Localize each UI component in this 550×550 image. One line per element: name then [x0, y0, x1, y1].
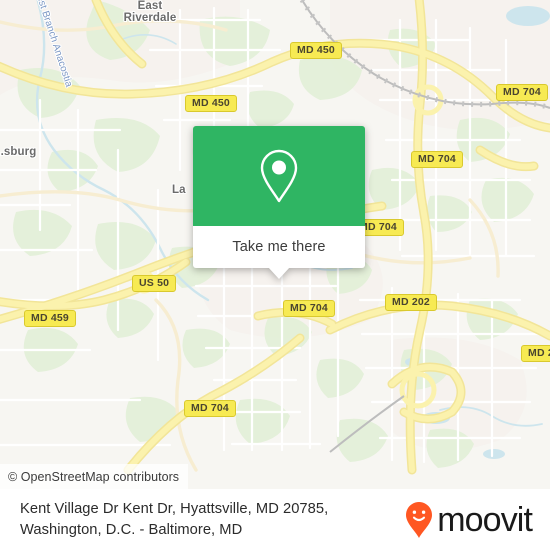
shield-md-704-d[interactable]: MD 704 [283, 300, 335, 317]
osm-attribution-label: © OpenStreetMap contributors [8, 469, 180, 484]
shield-md-202[interactable]: MD 202 [385, 294, 437, 311]
osm-attribution[interactable]: © OpenStreetMap contributors [0, 464, 189, 489]
location-popup-card[interactable]: Take me there [193, 126, 365, 279]
popup-pointer-tail [268, 267, 290, 279]
address-block: Kent Village Dr Kent Dr, Hyattsville, MD… [20, 499, 328, 541]
address-line-2: Washington, D.C. - Baltimore, MD [20, 521, 243, 538]
take-me-there-label: Take me there [232, 239, 326, 255]
map-share-card: East Riverdale ...sburg La ...est Branch… [0, 0, 550, 550]
address-line-1: Kent Village Dr Kent Dr, Hyattsville, MD… [20, 500, 329, 517]
shield-md-450-a[interactable]: MD 450 [290, 42, 342, 59]
shield-md-450-b[interactable]: MD 450 [185, 95, 237, 112]
shield-md-2[interactable]: MD 2 [521, 345, 550, 362]
map-canvas[interactable]: East Riverdale ...sburg La ...est Branch… [0, 0, 550, 489]
shield-md-704-a[interactable]: MD 704 [496, 84, 548, 101]
moovit-pin-smiley-icon [406, 501, 433, 538]
shield-md-459[interactable]: MD 459 [24, 310, 76, 327]
map-pin-icon [260, 149, 298, 203]
footer-bar: Kent Village Dr Kent Dr, Hyattsville, MD… [0, 489, 550, 550]
shield-us-50[interactable]: US 50 [132, 275, 177, 292]
moovit-logo[interactable]: moovit [404, 500, 533, 539]
moovit-wordmark: moovit [437, 500, 533, 539]
take-me-there-button[interactable]: Take me there [193, 226, 365, 268]
shield-md-704-e[interactable]: MD 704 [184, 400, 236, 417]
popup-image [193, 126, 365, 226]
shield-md-704-b[interactable]: MD 704 [411, 151, 463, 168]
